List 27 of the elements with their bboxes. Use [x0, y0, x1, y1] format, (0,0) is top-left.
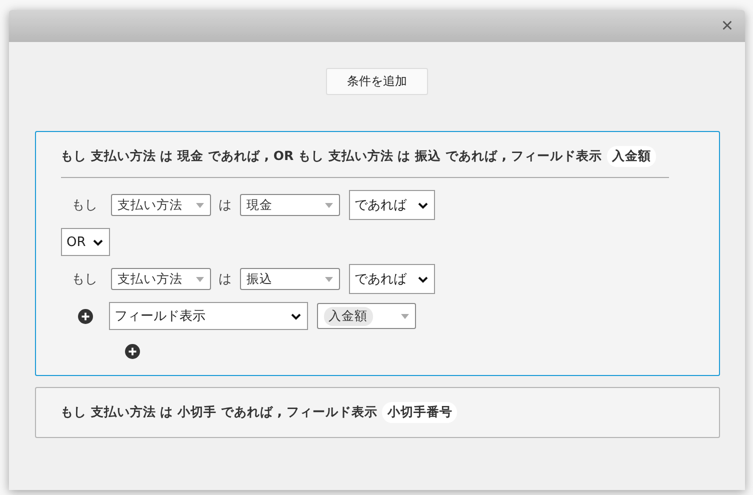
close-button[interactable]: × — [719, 16, 735, 36]
if-label: もし — [72, 197, 98, 214]
field-chip: 小切手番号 — [382, 402, 458, 423]
target-dropdown[interactable]: 入金額 — [316, 303, 416, 329]
rule-card[interactable]: もし 支払い方法 は 小切手 であれば , フィールド表示 小切手番号 — [34, 387, 720, 438]
add-icon[interactable] — [124, 344, 140, 359]
field-chip: 入金額 — [606, 146, 656, 167]
is-label: は — [218, 197, 232, 214]
operator-select[interactable]: であれば — [348, 190, 434, 220]
action-select[interactable]: フィールド表示 — [108, 302, 308, 330]
rule-summary: もし 支払い方法 は 現金 であれば , OR もし 支払い方法 は 振込 であれば , フィールド表示 — [60, 148, 602, 165]
rule-summary: もし 支払い方法 は 小切手 であれば , フィールド表示 — [60, 404, 378, 421]
chevron-icon — [92, 238, 102, 246]
rule-card[interactable]: もし 支払い方法 は 現金 であれば , OR もし 支払い方法 は 振込 であれば , フィールド表示 入金額 もし 支払い方法 は 現金 であれば OR もし 支払い方法 は 振込 であれば フィールド表示 入金額 — [34, 131, 720, 376]
value-dropdown[interactable]: 現金 — [240, 194, 340, 216]
value-dropdown[interactable]: 振込 — [240, 268, 340, 290]
chevron-icon — [290, 312, 300, 320]
combinator-select[interactable]: OR — [60, 228, 110, 256]
add-icon[interactable] — [78, 308, 92, 324]
chevron-icon — [418, 202, 428, 208]
field-dropdown[interactable]: 支払い方法 — [110, 194, 210, 216]
add-condition-button[interactable]: 条件を追加 — [326, 68, 428, 95]
field-dropdown[interactable]: 支払い方法 — [110, 268, 210, 290]
chevron-icon — [418, 276, 428, 282]
operator-select[interactable]: であれば — [348, 264, 434, 294]
is-label: は — [218, 271, 232, 288]
if-label: もし — [72, 271, 98, 288]
